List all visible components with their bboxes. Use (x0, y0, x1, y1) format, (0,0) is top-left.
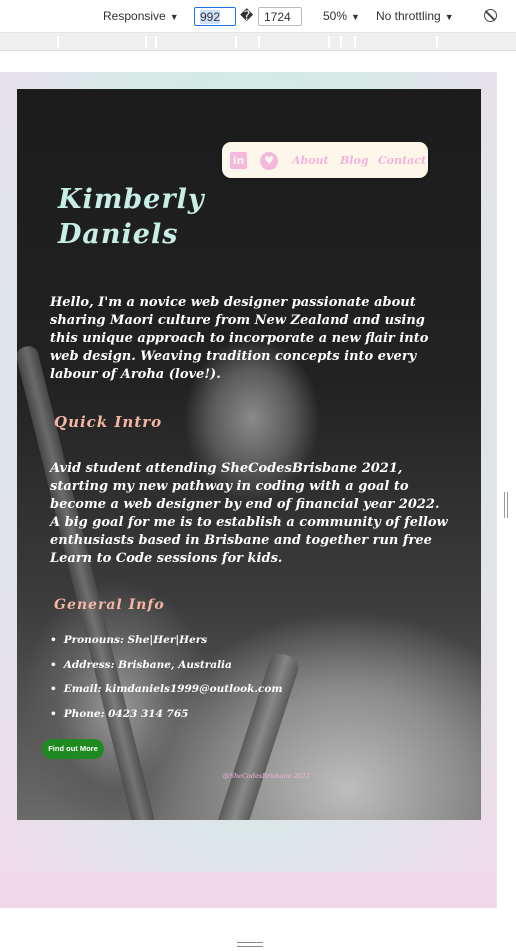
page-title: Kimberly Daniels (58, 182, 248, 252)
heart-icon[interactable]: ♥ (260, 152, 278, 170)
nav-link-about[interactable]: About (292, 154, 329, 167)
device-label: Responsive (103, 9, 166, 23)
height-value: 1724 (264, 10, 291, 24)
top-navigation: in ♥ About Blog Contact (222, 142, 428, 178)
name-first: Kimberly (58, 184, 205, 215)
media-query-marker (57, 36, 59, 48)
info-pronouns: Pronouns: She|Her|Hers (50, 632, 283, 657)
media-query-marker (235, 36, 237, 48)
zoom-dropdown[interactable]: 50% ▼ (323, 9, 360, 23)
info-email: Email: kimdaniels1999@outlook.com (50, 681, 283, 706)
chevron-down-icon: ▼ (351, 12, 360, 22)
find-out-more-button[interactable]: Find out More (42, 739, 104, 759)
general-info-list: Pronouns: She|Her|Hers Address: Brisbane… (50, 632, 283, 730)
linkedin-icon[interactable]: in (230, 152, 247, 169)
bottom-resize-area (0, 908, 516, 951)
width-input[interactable]: 992 (194, 7, 236, 26)
chevron-down-icon: ▼ (444, 12, 454, 22)
device-dropdown[interactable]: Responsive ▼ (103, 9, 179, 23)
dimension-separator: � (240, 8, 254, 23)
quick-intro-heading: Quick Intro (54, 413, 163, 431)
media-query-marker (145, 36, 147, 48)
media-query-marker (354, 36, 356, 48)
quick-intro-paragraph: Avid student attending SheCodesBrisbane … (50, 461, 448, 566)
media-query-marker (258, 36, 260, 48)
media-query-marker (155, 36, 157, 48)
media-query-marker (436, 36, 438, 48)
info-address: Address: Brisbane, Australia (50, 657, 283, 682)
rotate-icon[interactable] (484, 9, 497, 22)
throttling-label: No throttling (376, 9, 441, 23)
footer-credit: @SheCodesBrisbane 2021 (223, 772, 311, 780)
media-query-bar[interactable] (0, 33, 516, 51)
nav-link-blog[interactable]: Blog (340, 154, 369, 167)
info-phone: Phone: 0423 314 765 (50, 706, 283, 731)
bottom-resize-handle[interactable] (237, 942, 263, 947)
intro-paragraph: Hello, I'm a novice web designer passion… (50, 295, 429, 382)
width-value: 992 (200, 10, 221, 24)
general-info-heading: General Info (54, 597, 165, 613)
throttling-dropdown[interactable]: No throttling ▼ (376, 9, 454, 23)
toolbar-spacer (0, 51, 516, 72)
chevron-down-icon: ▼ (169, 12, 179, 22)
nav-link-contact[interactable]: Contact (378, 154, 426, 167)
name-last: Daniels (58, 219, 179, 250)
side-resize-handle[interactable] (504, 492, 508, 518)
media-query-marker (328, 36, 330, 48)
zoom-label: 50% (323, 9, 348, 23)
height-input[interactable]: 1724 (258, 7, 302, 26)
devtools-toolbar: Responsive ▼ 992 � 1724 50% ▼ No throttlin… (0, 0, 516, 33)
media-query-marker (340, 36, 342, 48)
